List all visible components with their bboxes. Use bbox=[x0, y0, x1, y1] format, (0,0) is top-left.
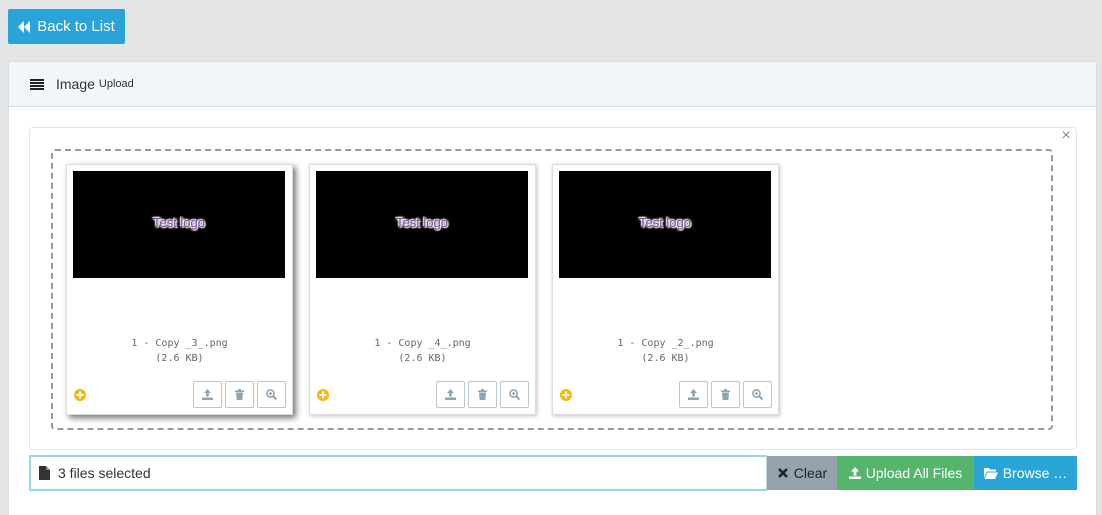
upload-all-label: Upload All Files bbox=[865, 465, 963, 481]
thumbnail-actions bbox=[193, 381, 286, 408]
file-caption: 1 - Copy _4_.png (2.6 KB) bbox=[310, 336, 535, 366]
file-caption: 1 - Copy _2_.png (2.6 KB) bbox=[553, 336, 778, 366]
thumbnail-actions bbox=[436, 381, 529, 408]
file-caption-input[interactable]: 3 files selected bbox=[29, 455, 767, 491]
zoom-in-icon bbox=[752, 389, 763, 400]
preview-logo-text: Test logo bbox=[395, 215, 449, 230]
upload-icon bbox=[688, 389, 699, 400]
view-details-button[interactable] bbox=[743, 381, 772, 408]
upload-file-button[interactable] bbox=[436, 381, 465, 408]
preview-logo-text: Test logo bbox=[638, 215, 692, 230]
upload-file-button[interactable] bbox=[193, 381, 222, 408]
back-to-list-button[interactable]: Back to List bbox=[8, 9, 125, 44]
zoom-in-icon bbox=[266, 389, 277, 400]
backward-icon bbox=[18, 20, 31, 33]
panel-subtitle: Upload bbox=[98, 78, 134, 90]
file-size: (2.6 KB) bbox=[641, 353, 690, 364]
image-preview: Test logo bbox=[316, 171, 528, 278]
close-icon[interactable]: × bbox=[1059, 128, 1073, 144]
browse-button-label: Browse … bbox=[1002, 465, 1068, 481]
file-name: 1 - Copy _4_.png bbox=[374, 338, 471, 349]
upload-icon bbox=[848, 467, 861, 479]
times-icon bbox=[777, 468, 788, 478]
trash-icon bbox=[478, 389, 487, 400]
view-details-button[interactable] bbox=[257, 381, 286, 408]
folder-open-icon bbox=[983, 468, 998, 479]
pending-status-icon bbox=[317, 389, 329, 401]
panel-title: Image bbox=[56, 76, 95, 92]
upload-all-button[interactable]: Upload All Files bbox=[837, 456, 974, 490]
remove-file-button[interactable] bbox=[225, 381, 254, 408]
panel-header: Image Upload bbox=[9, 62, 1096, 107]
file-thumbnail: Test logo 1 - Copy _2_.png (2.6 KB) bbox=[552, 164, 779, 415]
trash-icon bbox=[721, 389, 730, 400]
file-size: (2.6 KB) bbox=[398, 353, 447, 364]
remove-file-button[interactable] bbox=[711, 381, 740, 408]
image-preview: Test logo bbox=[73, 171, 285, 278]
browse-button[interactable]: Browse … bbox=[974, 456, 1077, 490]
back-button-label: Back to List bbox=[37, 18, 115, 35]
zoom-in-icon bbox=[509, 389, 520, 400]
file-preview-area: × Test logo 1 - Copy _3_.png (2.6 KB) Te… bbox=[29, 127, 1077, 450]
file-thumbnail: Test logo 1 - Copy _4_.png (2.6 KB) bbox=[309, 164, 536, 415]
trash-icon bbox=[235, 389, 244, 400]
pending-status-icon bbox=[74, 389, 86, 401]
file-icon bbox=[39, 466, 50, 480]
file-name: 1 - Copy _2_.png bbox=[617, 338, 714, 349]
file-size: (2.6 KB) bbox=[155, 353, 204, 364]
file-caption: 1 - Copy _3_.png (2.6 KB) bbox=[67, 336, 292, 366]
upload-file-button[interactable] bbox=[679, 381, 708, 408]
clear-button-label: Clear bbox=[793, 465, 828, 481]
remove-file-button[interactable] bbox=[468, 381, 497, 408]
file-thumbnail: Test logo 1 - Copy _3_.png (2.6 KB) bbox=[66, 164, 293, 415]
files-selected-text: 3 files selected bbox=[58, 465, 151, 481]
thumbnail-actions bbox=[679, 381, 772, 408]
file-name: 1 - Copy _3_.png bbox=[131, 338, 228, 349]
clear-button[interactable]: Clear bbox=[767, 456, 837, 490]
upload-icon bbox=[445, 389, 456, 400]
view-details-button[interactable] bbox=[500, 381, 529, 408]
bars-icon bbox=[30, 78, 44, 90]
upload-icon bbox=[202, 389, 213, 400]
image-preview: Test logo bbox=[559, 171, 771, 278]
pending-status-icon bbox=[560, 389, 572, 401]
drop-zone[interactable]: Test logo 1 - Copy _3_.png (2.6 KB) Test… bbox=[51, 149, 1053, 430]
preview-logo-text: Test logo bbox=[152, 215, 206, 230]
upload-panel: Image Upload × Test logo 1 - Copy _3_.pn… bbox=[8, 61, 1097, 515]
